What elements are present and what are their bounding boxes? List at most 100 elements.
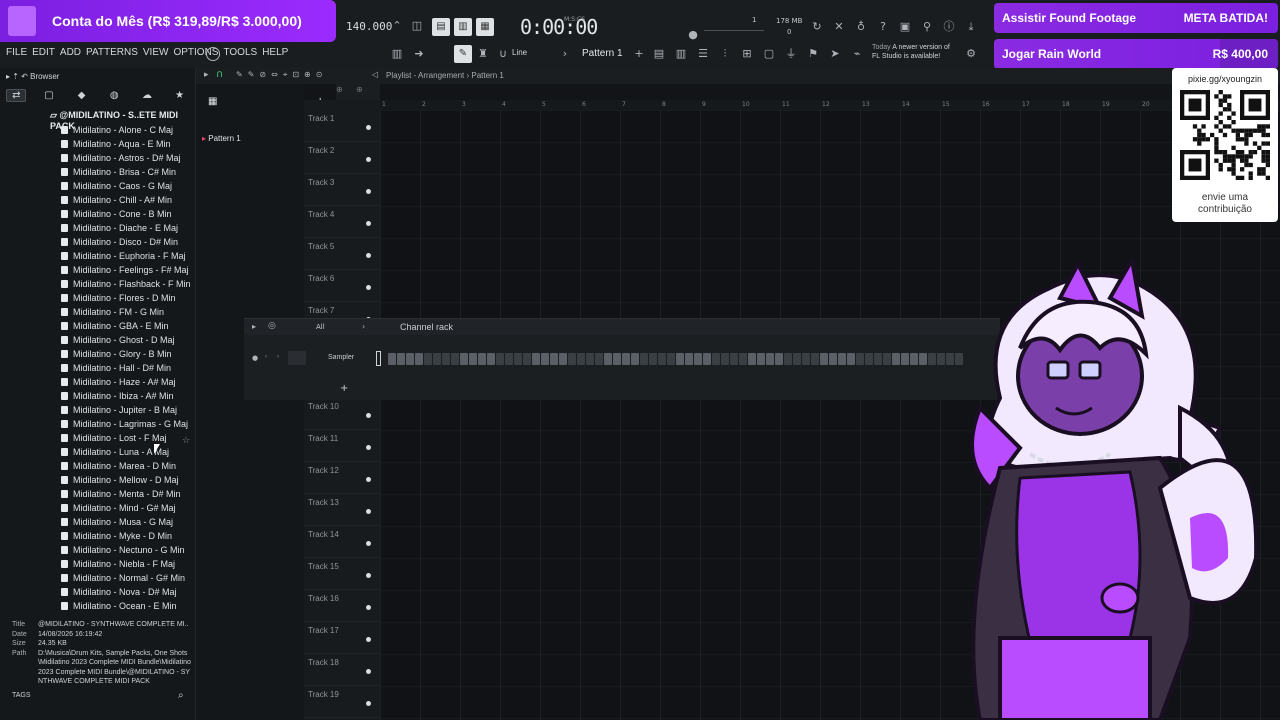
step-button[interactable] (829, 353, 837, 365)
channel-mixer-track[interactable] (288, 351, 306, 365)
song-mode-button[interactable]: ▥ (454, 18, 472, 36)
microphone-icon[interactable]: ♁ (854, 20, 868, 34)
step-button[interactable] (451, 353, 459, 365)
undo-icon[interactable]: ↻ (810, 20, 824, 34)
browser-window-icon[interactable]: ⊞ (740, 47, 754, 61)
track-mute-button[interactable] (366, 285, 371, 290)
script-icon[interactable]: ⌁ (850, 47, 864, 61)
plug-icon[interactable]: ⏚ (784, 47, 798, 61)
step-button[interactable] (928, 353, 936, 365)
list-item[interactable]: Midilatino - FM - G Min (60, 305, 196, 319)
touch-controller-icon[interactable]: ⚑ (806, 47, 820, 61)
tab-files-icon[interactable]: ▢ (39, 90, 59, 101)
step-button[interactable] (919, 353, 927, 365)
step-button[interactable] (415, 353, 423, 365)
track-header[interactable]: Track 2 (304, 142, 380, 174)
step-button[interactable] (460, 353, 468, 365)
menu-help[interactable]: HELP (262, 47, 288, 58)
list-item[interactable]: Midilatino - Luna - A Maj (60, 445, 196, 459)
update-icon[interactable]: ⚙ (964, 47, 978, 61)
channel-filter[interactable]: All (316, 323, 325, 331)
step-button[interactable] (847, 353, 855, 365)
list-item[interactable]: Midilatino - Nectuno - G Min (60, 543, 196, 557)
tab-starred-icon[interactable]: ★ (170, 90, 190, 101)
channel-select-indicator[interactable] (376, 351, 381, 366)
track-header[interactable]: Track 17 (304, 622, 380, 654)
add-pattern-icon[interactable]: + (632, 47, 646, 61)
list-item[interactable]: Midilatino - Disco - D# Min (60, 235, 196, 249)
step-button[interactable] (631, 353, 639, 365)
step-button[interactable] (937, 353, 945, 365)
track-mute-button[interactable] (366, 253, 371, 258)
list-item[interactable]: Midilatino - Musa - G Maj (60, 515, 196, 529)
track-header[interactable]: Track 6 (304, 270, 380, 302)
step-button[interactable] (496, 353, 504, 365)
step-button[interactable] (856, 353, 864, 365)
pattern-mode-button[interactable]: ▤ (432, 18, 450, 36)
step-button[interactable] (559, 353, 567, 365)
piano-roll-icon[interactable]: ▥ (390, 47, 404, 61)
track-mute-button[interactable] (366, 669, 371, 674)
track-header[interactable]: Track 5 (304, 238, 380, 270)
tags-label[interactable]: TAGS (12, 692, 31, 699)
chevron-right-icon[interactable]: › (558, 47, 572, 61)
list-item[interactable]: Midilatino - Myke - D Min (60, 529, 196, 543)
channel-mute-icon[interactable]: ● (252, 354, 258, 362)
playlist-icon[interactable]: ▤ (652, 47, 666, 61)
tempo-display[interactable]: 140.000 (346, 20, 392, 33)
menu-edit[interactable]: EDIT (32, 47, 55, 58)
step-button[interactable] (523, 353, 531, 365)
track-header[interactable]: Track 14 (304, 526, 380, 558)
time-display[interactable]: 0:00:00 (520, 15, 598, 39)
step-button[interactable] (595, 353, 603, 365)
step-button[interactable] (685, 353, 693, 365)
info-icon[interactable]: ⓘ (942, 20, 956, 34)
step-button[interactable] (757, 353, 765, 365)
step-button[interactable] (865, 353, 873, 365)
step-button[interactable] (469, 353, 477, 365)
list-item[interactable]: Midilatino - Jupiter - B Maj (60, 403, 196, 417)
step-button[interactable] (901, 353, 909, 365)
track-header[interactable]: Track 12 (304, 462, 380, 494)
download-icon[interactable]: ⤓ (964, 20, 978, 34)
track-header[interactable]: Track 4 (304, 206, 380, 238)
track-header[interactable]: Track 13 (304, 494, 380, 526)
list-item[interactable]: Midilatino - Mind - G# Maj (60, 501, 196, 515)
menu-file[interactable]: FILE (6, 47, 27, 58)
step-button[interactable] (532, 353, 540, 365)
list-item[interactable]: Midilatino - Chill - A# Min (60, 193, 196, 207)
tab-all-icon[interactable]: ⇄ (6, 88, 27, 102)
playlist-options-icon[interactable]: ◁ (372, 70, 378, 79)
channel-rack-arrow-icon[interactable]: ▸ (252, 322, 256, 331)
step-button[interactable] (658, 353, 666, 365)
list-item[interactable]: Midilatino - GBA - E Min (60, 319, 196, 333)
step-button[interactable] (748, 353, 756, 365)
list-item[interactable]: Midilatino - Diache - E Maj (60, 221, 196, 235)
list-item[interactable]: Midilatino - Euphoria - F Maj (60, 249, 196, 263)
track-mute-button[interactable] (366, 541, 371, 546)
step-button[interactable] (568, 353, 576, 365)
step-button[interactable] (505, 353, 513, 365)
step-button[interactable] (775, 353, 783, 365)
step-button[interactable] (388, 353, 396, 365)
list-item[interactable]: Midilatino - Ghost - D Maj (60, 333, 196, 347)
track-mute-button[interactable] (366, 573, 371, 578)
arrow-right-icon[interactable]: ➜ (412, 47, 426, 61)
track-header[interactable]: Track 15 (304, 558, 380, 590)
track-mute-button[interactable] (366, 637, 371, 642)
plugin-icon[interactable]: ⚲ (920, 20, 934, 34)
list-item[interactable]: Midilatino - Ibiza - A# Min (60, 389, 196, 403)
menu-view[interactable]: VIEW (143, 47, 169, 58)
snap-select[interactable]: Line (512, 48, 527, 57)
step-button[interactable] (874, 353, 882, 365)
step-edit-icon[interactable]: ● (686, 28, 700, 42)
track-mute-button[interactable] (366, 477, 371, 482)
browser-arrows-icon[interactable]: ▸ ⇡ ↶ (6, 72, 28, 81)
track-mute-button[interactable] (366, 605, 371, 610)
step-button[interactable] (649, 353, 657, 365)
save-icon[interactable]: ▣ (898, 20, 912, 34)
help-icon[interactable]: ? (876, 20, 890, 34)
step-button[interactable] (604, 353, 612, 365)
track-mute-button[interactable] (366, 221, 371, 226)
track-header[interactable]: Track 1 (304, 110, 380, 142)
